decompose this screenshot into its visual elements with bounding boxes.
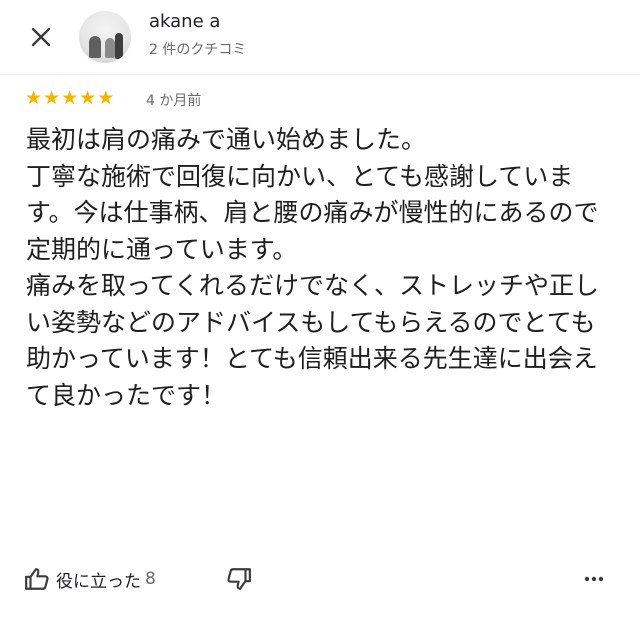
- star-icon: ★: [43, 87, 61, 109]
- not-helpful-button[interactable]: [226, 566, 252, 596]
- review-paragraph: 痛みを取ってくれるだけでなく、ストレッチや正しい姿勢などのアドバイスもしてもらえ…: [26, 271, 600, 410]
- star-icon: ★: [25, 87, 43, 109]
- helpful-count: 8: [145, 569, 156, 589]
- review-count: 2 件のクチコミ: [149, 42, 247, 58]
- review-paragraph: 丁寧な施術で回復に向かい、とても感謝しています。今は仕事柄、肩と腰の痛みが慢性的…: [26, 161, 599, 264]
- star-icon: ★: [79, 87, 97, 109]
- star-icon: ★: [61, 87, 79, 109]
- close-button[interactable]: [24, 20, 58, 54]
- avatar-figure: [115, 33, 123, 59]
- thumb-down-icon: [227, 568, 251, 590]
- avatar-figure: [105, 38, 115, 58]
- more-vert-icon: [584, 576, 604, 582]
- more-options-button[interactable]: [582, 567, 606, 595]
- review-paragraph: 最初は肩の痛みで通い始めました。: [26, 125, 427, 154]
- star-icon: ★: [97, 87, 115, 109]
- review-date: 4 か月前: [146, 93, 202, 109]
- helpful-button[interactable]: 役に立った 8: [24, 566, 156, 592]
- review-text: 最初は肩の痛みで通い始めました。 丁寧な施術で回復に向かい、とても感謝しています…: [26, 122, 616, 414]
- header-divider: [0, 74, 640, 75]
- helpful-label: 役に立った: [56, 571, 141, 592]
- star-rating: ★ ★ ★ ★ ★: [25, 88, 114, 108]
- close-icon: [31, 27, 51, 47]
- avatar-figure: [89, 36, 101, 58]
- thumb-up-icon: [25, 568, 49, 590]
- avatar[interactable]: [79, 11, 131, 63]
- reviewer-name[interactable]: akane a: [149, 11, 220, 32]
